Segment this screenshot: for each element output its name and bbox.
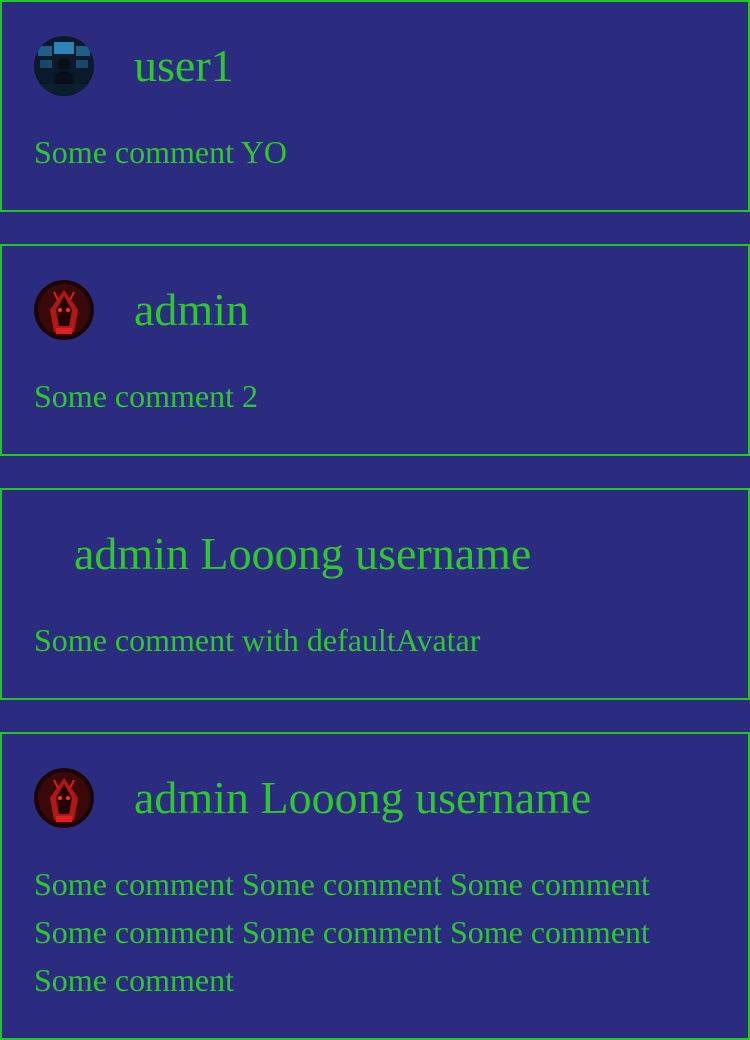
comment-card: admin Looong username Some comment with … xyxy=(0,488,750,700)
comment-username[interactable]: admin Looong username xyxy=(134,768,591,828)
comment-header: admin Looong username xyxy=(34,524,531,584)
comment-list: user1 Some comment YO admin Some comment xyxy=(0,0,750,1040)
comment-username[interactable]: admin Looong username xyxy=(74,524,531,584)
hacker-avatar-icon[interactable] xyxy=(34,36,94,96)
red-hooded-avatar-icon[interactable] xyxy=(34,280,94,340)
comment-text: Some comment 2 xyxy=(34,378,258,414)
comment-header: user1 xyxy=(34,36,234,96)
comment-card: user1 Some comment YO xyxy=(0,0,750,212)
comment-card: admin Some comment 2 xyxy=(0,244,750,456)
comment-username[interactable]: user1 xyxy=(134,36,234,96)
comment-header: admin Looong username xyxy=(34,768,591,828)
comment-text: Some comment with defaultAvatar xyxy=(34,622,481,658)
comment-card: admin Looong username Some comment Some … xyxy=(0,732,750,1040)
red-hooded-avatar-icon[interactable] xyxy=(34,768,94,828)
comment-username[interactable]: admin xyxy=(134,280,249,340)
comment-text: Some comment Some comment Some comment S… xyxy=(34,866,650,998)
comment-header: admin xyxy=(34,280,249,340)
comment-text: Some comment YO xyxy=(34,134,287,170)
